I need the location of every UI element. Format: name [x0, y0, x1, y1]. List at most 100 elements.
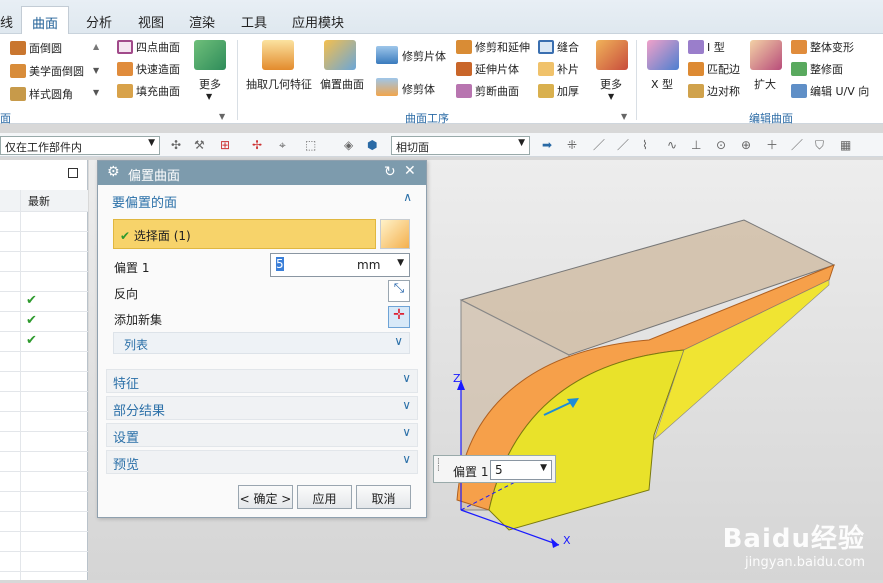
section-partial-results-header[interactable]: 部分结果 ∨ — [106, 396, 418, 420]
styled-blend-button[interactable]: 样式圆角 — [10, 86, 73, 102]
more-dropdown-icon[interactable]: ▼ — [206, 92, 212, 101]
quick-surface-button[interactable]: 快速造面 — [117, 61, 180, 77]
cancel-button[interactable]: 取消 — [356, 485, 411, 509]
group-expand-icon[interactable]: ▼ — [621, 112, 627, 121]
expand-icon[interactable]: ▼ — [93, 88, 99, 97]
section-face-header[interactable]: 要偏置的面 ∧ — [106, 189, 418, 213]
navigator-row[interactable]: ✔ — [0, 332, 88, 352]
extract-geometry-label[interactable]: 抽取几何特征 — [246, 76, 312, 92]
navigator-row[interactable] — [0, 232, 88, 252]
navigator-row[interactable] — [0, 412, 88, 432]
dialog-titlebar[interactable]: ⚙ 偏置曲面 ↻ ✕ — [98, 161, 426, 185]
close-icon[interactable]: ✕ — [404, 163, 416, 179]
navigator-row[interactable] — [0, 372, 88, 392]
navigator-row[interactable]: ✔ — [0, 312, 88, 332]
extract-geometry-icon[interactable] — [262, 40, 294, 70]
trim-body-icon[interactable] — [376, 78, 398, 96]
tab-view[interactable]: 视图 — [138, 12, 164, 31]
navigator-row[interactable]: ✔ — [0, 292, 88, 312]
global-shaping-button[interactable]: 整体变形 — [791, 39, 854, 55]
trim-sheet-icon[interactable] — [376, 46, 398, 64]
chevron-up-icon[interactable]: ∧ — [403, 190, 412, 204]
tab-render[interactable]: 渲染 — [189, 12, 215, 31]
navigator-row[interactable] — [0, 472, 88, 492]
extend-sheet-button[interactable]: 延伸片体 — [456, 61, 519, 77]
face-blend-button[interactable]: 面倒圆 — [10, 40, 62, 56]
selection-scope-dropdown[interactable]: 仅在工作部件内 ▼ — [0, 136, 160, 155]
x-form-icon[interactable] — [647, 40, 679, 70]
enlarge-label[interactable]: 扩大 — [754, 76, 776, 92]
snap-point-icon[interactable]: ⊞ — [220, 139, 232, 151]
more-operations-label[interactable]: 更多 — [600, 76, 622, 92]
x-form-label[interactable]: X 型 — [651, 76, 673, 92]
section-feature-header[interactable]: 特征 ∨ — [106, 369, 418, 393]
navigator-row[interactable] — [0, 432, 88, 452]
aesthetic-blend-button[interactable]: 美学面倒圆 — [10, 63, 84, 79]
i-form-button[interactable]: I 型 — [688, 39, 725, 55]
cube-icon[interactable]: ⬢ — [367, 139, 379, 151]
grid-icon[interactable]: ▦ — [840, 139, 852, 151]
select-face-row[interactable]: ✔ 选择面 (1) — [113, 219, 376, 249]
cursor-icon[interactable]: ⌖ — [279, 139, 291, 151]
circle-center-icon[interactable]: ⊙ — [716, 139, 728, 151]
tangent-icon[interactable]: ⊥ — [691, 139, 703, 151]
reset-icon[interactable]: ↻ — [384, 164, 396, 180]
sew-button[interactable]: 缝合 — [538, 39, 579, 55]
fill-surface-button[interactable]: 填充曲面 — [117, 83, 180, 99]
chevron-down-icon[interactable]: ∨ — [394, 334, 403, 348]
tab-line[interactable]: 线 — [0, 12, 13, 31]
enlarge-icon[interactable] — [750, 40, 782, 70]
navigator-row[interactable] — [0, 392, 88, 412]
dropdown-icon[interactable]: ▼ — [93, 66, 99, 75]
more-operations-icon[interactable] — [596, 40, 628, 70]
maximize-icon[interactable] — [68, 168, 78, 178]
group-expand-icon[interactable]: ▼ — [219, 112, 225, 121]
tab-analysis[interactable]: 分析 — [86, 12, 112, 31]
more-ops-dropdown-icon[interactable]: ▼ — [608, 92, 614, 101]
tab-application[interactable]: 应用模块 — [292, 12, 344, 31]
quadrant-icon[interactable]: ⊕ — [741, 139, 753, 151]
section-preview-header[interactable]: 预览 ∨ — [106, 450, 418, 474]
offset-value-field[interactable]: 5 mm ▼ — [270, 253, 410, 277]
more-surface-label[interactable]: 更多 — [199, 76, 221, 92]
arrow-right-icon[interactable]: ➡ — [542, 139, 554, 151]
trim-extend-button[interactable]: 修剪和延伸 — [456, 39, 530, 55]
chevron-down-icon[interactable]: ∨ — [402, 398, 411, 412]
thicken-button[interactable]: 加厚 — [538, 83, 579, 99]
navigator-row[interactable] — [0, 272, 88, 292]
match-edge-button[interactable]: 匹配边 — [688, 61, 740, 77]
select-face-cube-icon[interactable] — [380, 219, 410, 249]
offset-surface-icon[interactable] — [324, 40, 356, 70]
float-offset-field[interactable]: 5 ▼ — [490, 460, 552, 480]
gear-icon[interactable]: ⚙ — [107, 164, 120, 180]
ok-button[interactable]: < 确定 > — [238, 485, 293, 509]
chevron-down-icon[interactable]: ∨ — [402, 425, 411, 439]
four-point-surface-button[interactable]: 四点曲面 — [117, 39, 180, 55]
list-section-header[interactable]: 列表 ∨ — [113, 332, 410, 354]
navigator-row[interactable] — [0, 452, 88, 472]
refit-face-button[interactable]: 整修面 — [791, 61, 843, 77]
navigator-row[interactable] — [0, 532, 88, 552]
section-settings-header[interactable]: 设置 ∨ — [106, 423, 418, 447]
navigator-row[interactable] — [0, 252, 88, 272]
line-end-icon[interactable]: ／ — [617, 139, 629, 151]
face-rule-dropdown[interactable]: 相切面 ▼ — [391, 136, 530, 155]
line-icon[interactable]: ／ — [593, 139, 605, 151]
scroll-up-icon[interactable]: ▲ — [93, 42, 99, 51]
patch-button[interactable]: 补片 — [538, 61, 579, 77]
offset-surface-label[interactable]: 偏置曲面 — [320, 76, 364, 92]
solid-icon[interactable]: ◈ — [344, 139, 356, 151]
trim-body-label[interactable]: 修剪体 — [402, 81, 435, 97]
point-icon[interactable]: ✢ — [252, 139, 264, 151]
slash-icon[interactable]: ／ — [791, 139, 803, 151]
more-surface-icon[interactable] — [194, 40, 226, 70]
tab-surface[interactable]: 曲面 — [21, 6, 70, 35]
drag-handle[interactable]: ⁞ ⁞ — [437, 458, 440, 474]
navigator-row[interactable] — [0, 552, 88, 572]
latest-column-header[interactable]: 最新 — [28, 193, 50, 209]
navigator-row[interactable] — [0, 512, 88, 532]
assembly-icon[interactable]: ⚒ — [194, 139, 206, 151]
add-new-set-button[interactable]: ✛ — [388, 306, 410, 328]
apply-button[interactable]: 应用 — [297, 485, 352, 509]
snap-grid-icon[interactable]: ⁜ — [567, 139, 579, 151]
